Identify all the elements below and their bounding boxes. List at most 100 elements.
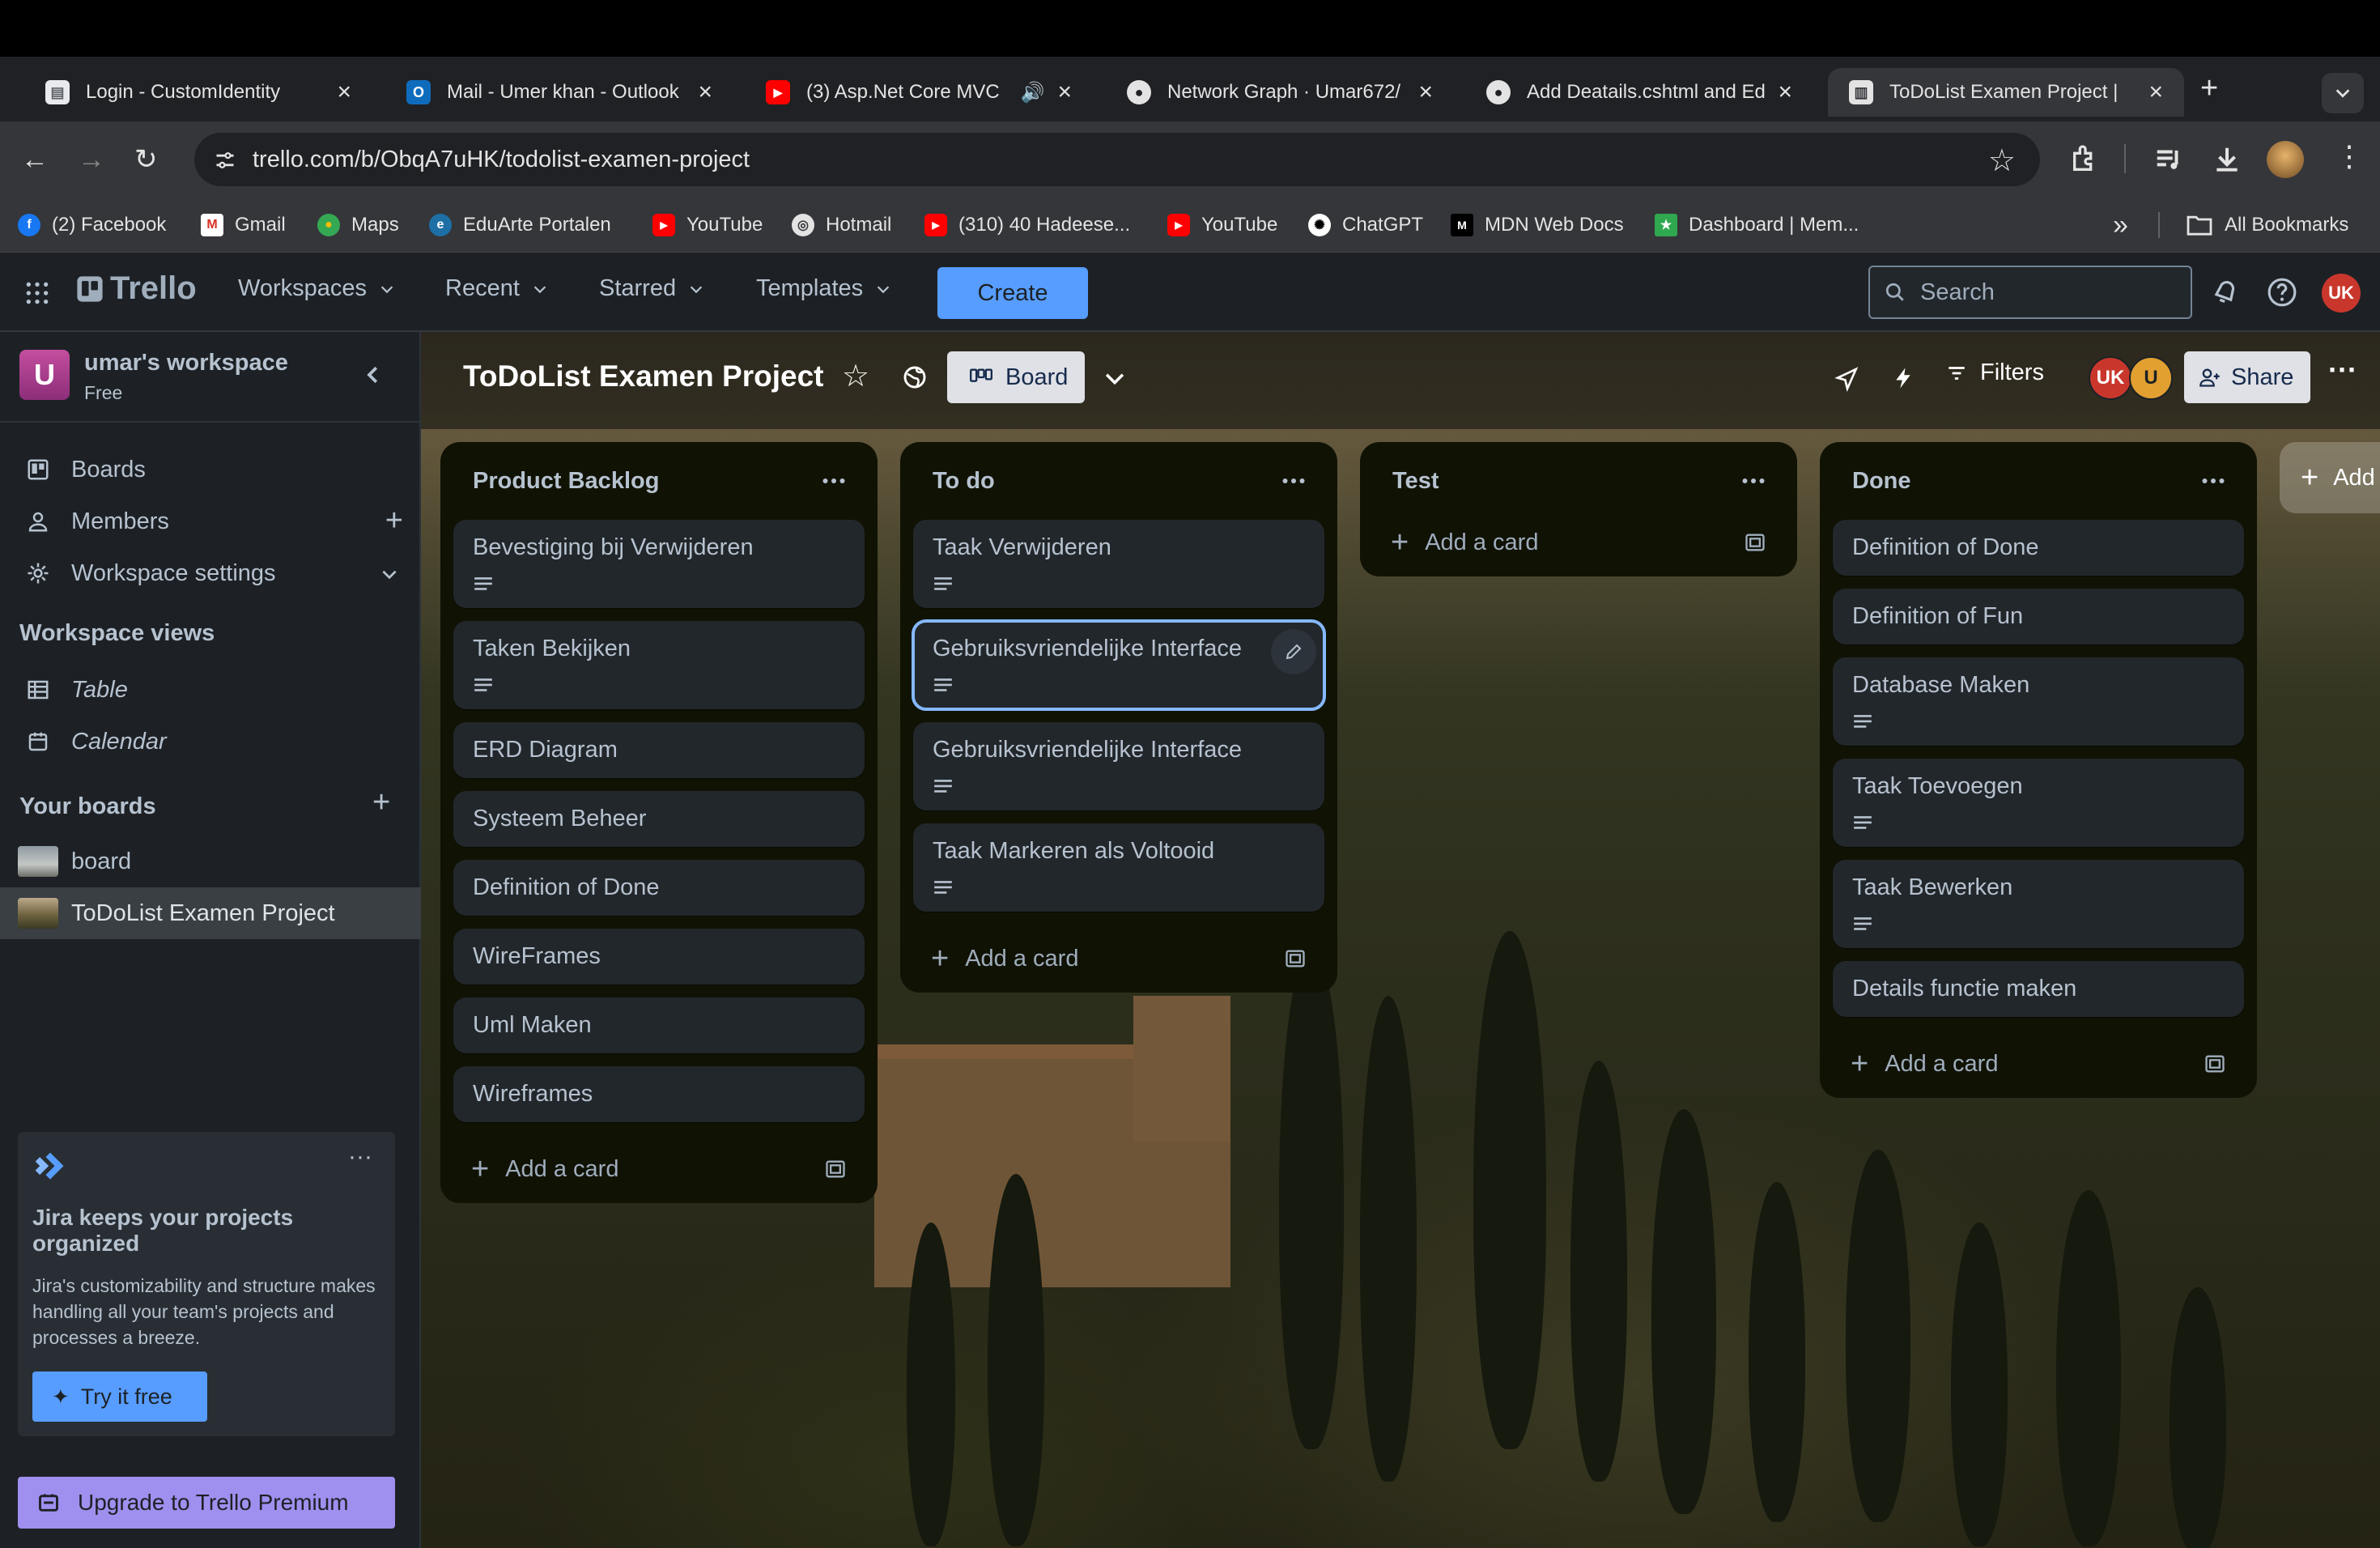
bookmark-item[interactable]: e EduArte Portalen <box>429 209 611 241</box>
sidebar-item-members[interactable]: Members + <box>0 495 421 547</box>
card[interactable]: Taak Toevoegen <box>1833 759 2244 847</box>
browser-tab[interactable]: ▶ (3) Asp.Net Core MVC 🔊 × <box>745 68 1093 117</box>
card-selected[interactable]: Gebruiksvriendelijke Interface <box>912 619 1326 711</box>
filters-button[interactable]: Filters <box>1946 359 2044 386</box>
browser-tab[interactable]: ● Network Graph · Umar672/ × <box>1106 68 1454 117</box>
help-icon[interactable] <box>2267 277 2297 308</box>
back-icon[interactable]: ← <box>21 146 49 173</box>
trello-logo[interactable]: Trello <box>76 270 197 307</box>
forward-icon[interactable]: → <box>78 146 105 173</box>
add-member-icon[interactable]: + <box>385 504 403 538</box>
all-bookmarks-button[interactable]: All Bookmarks <box>2186 209 2348 241</box>
nav-workspaces[interactable]: Workspaces <box>238 275 396 302</box>
card-template-icon[interactable] <box>824 1158 847 1180</box>
card-template-icon[interactable] <box>1744 531 1766 554</box>
profile-avatar[interactable] <box>2267 141 2304 178</box>
sidebar-item-workspace-settings[interactable]: Workspace settings <box>0 547 421 599</box>
add-card-button[interactable]: + Add a card <box>453 1135 865 1203</box>
card[interactable]: Uml Maken <box>453 997 865 1053</box>
visibility-icon[interactable] <box>902 364 928 390</box>
card[interactable]: ERD Diagram <box>453 722 865 778</box>
card[interactable]: Taak Verwijderen <box>913 520 1324 608</box>
card[interactable]: Gebruiksvriendelijke Interface <box>913 722 1324 810</box>
speaker-icon[interactable]: 🔊 <box>1021 81 1045 104</box>
card[interactable]: Details functie maken <box>1833 961 2244 1017</box>
user-avatar[interactable]: UK <box>2322 274 2361 313</box>
card[interactable]: Bevestiging bij Verwijderen <box>453 520 865 608</box>
close-icon[interactable]: × <box>698 79 712 106</box>
bookmark-item[interactable]: ▶ YouTube <box>1167 209 1277 241</box>
notifications-icon[interactable] <box>2210 277 2241 308</box>
bookmark-item[interactable]: ◎ Hotmail <box>792 209 891 241</box>
card[interactable]: Definition of Done <box>453 860 865 916</box>
card[interactable]: WireFrames <box>453 929 865 985</box>
board-title[interactable]: ToDoList Examen Project <box>463 359 823 393</box>
bookmark-item[interactable]: ✺ ChatGPT <box>1308 209 1423 241</box>
browser-tab[interactable]: ▤ Login - CustomIdentity × <box>24 68 372 117</box>
nav-templates[interactable]: Templates <box>756 275 892 302</box>
add-card-button[interactable]: + Add a card <box>1373 508 1784 576</box>
bookmark-item[interactable]: ▶ YouTube <box>652 209 763 241</box>
close-icon[interactable]: × <box>2148 79 2163 106</box>
list-header[interactable]: To do <box>913 442 1324 520</box>
new-tab-button[interactable]: + <box>2200 71 2218 106</box>
board-view-button[interactable]: Board <box>947 351 1085 403</box>
automation-icon[interactable] <box>1891 366 1915 390</box>
add-card-button[interactable]: + Add a card <box>913 925 1324 993</box>
add-card-button[interactable]: + Add a card <box>1833 1030 2244 1098</box>
sidebar-board-todolist[interactable]: ToDoList Examen Project <box>0 887 421 939</box>
card[interactable]: Wireframes <box>453 1066 865 1122</box>
browser-tab[interactable]: O Mail - Umer khan - Outlook × <box>385 68 733 117</box>
sidebar-view-table[interactable]: Table <box>0 664 421 716</box>
browser-tab-active[interactable]: ▥ ToDoList Examen Project | × <box>1828 68 2184 117</box>
close-icon[interactable]: × <box>1418 79 1433 106</box>
more-bookmarks-button[interactable]: » <box>2113 209 2128 241</box>
create-button[interactable]: Create <box>937 267 1088 319</box>
bookmark-item[interactable]: f (2) Facebook <box>18 209 166 241</box>
upgrade-button[interactable]: Upgrade to Trello Premium <box>18 1477 395 1529</box>
card-template-icon[interactable] <box>2204 1053 2226 1075</box>
media-control-icon[interactable] <box>2153 144 2184 175</box>
card[interactable]: Definition of Done <box>1833 520 2244 576</box>
card[interactable]: Definition of Fun <box>1833 589 2244 644</box>
card[interactable]: Taak Markeren als Voltooid <box>913 823 1324 912</box>
browser-tab[interactable]: ● Add Deatails.cshtml and Ed × <box>1465 68 1813 117</box>
reload-icon[interactable]: ↻ <box>134 146 158 173</box>
search-input[interactable]: Search <box>1868 266 2192 319</box>
star-icon[interactable]: ☆ <box>1988 142 2016 179</box>
list-menu-icon[interactable] <box>1279 466 1308 495</box>
add-list-button[interactable]: + Add <box>2280 442 2380 513</box>
bookmark-item[interactable]: ▶ (310) 40 Hadeese... <box>924 209 1130 241</box>
close-icon[interactable]: × <box>1057 79 1072 106</box>
site-settings-icon[interactable] <box>214 149 236 172</box>
card[interactable]: Taak Bewerken <box>1833 860 2244 948</box>
more-vert-icon[interactable]: ⋮ <box>2335 139 2364 173</box>
nav-starred[interactable]: Starred <box>599 275 705 302</box>
promo-more-icon[interactable]: ··· <box>348 1143 372 1171</box>
list-menu-icon[interactable] <box>2199 466 2228 495</box>
list-header[interactable]: Done <box>1833 442 2244 520</box>
add-board-icon[interactable]: + <box>372 785 390 820</box>
tab-search-button[interactable] <box>2322 73 2364 113</box>
sidebar-item-boards[interactable]: Boards <box>0 444 421 495</box>
list-menu-icon[interactable] <box>819 466 848 495</box>
member-avatar[interactable]: UK <box>2089 356 2132 400</box>
extensions-icon[interactable] <box>2069 142 2102 175</box>
chevron-down-icon[interactable] <box>379 563 400 585</box>
power-ups-icon[interactable] <box>1834 366 1860 392</box>
app-switcher-icon[interactable] <box>24 280 50 306</box>
sidebar-board-board[interactable]: board <box>0 836 421 887</box>
chevron-down-icon[interactable] <box>1101 364 1128 392</box>
download-icon[interactable] <box>2212 144 2242 175</box>
close-icon[interactable]: × <box>337 79 351 106</box>
share-button[interactable]: Share <box>2184 351 2310 403</box>
card[interactable]: Taken Bekijken <box>453 621 865 709</box>
member-avatar[interactable]: U <box>2129 356 2173 400</box>
card[interactable]: Systeem Beheer <box>453 791 865 847</box>
bookmark-item[interactable]: M MDN Web Docs <box>1451 209 1624 241</box>
close-icon[interactable]: × <box>1778 79 1792 106</box>
card-template-icon[interactable] <box>1284 947 1307 970</box>
sidebar-view-calendar[interactable]: Calendar <box>0 716 421 768</box>
bookmark-item[interactable]: M Gmail <box>201 209 286 241</box>
star-icon[interactable]: ☆ <box>842 358 869 394</box>
